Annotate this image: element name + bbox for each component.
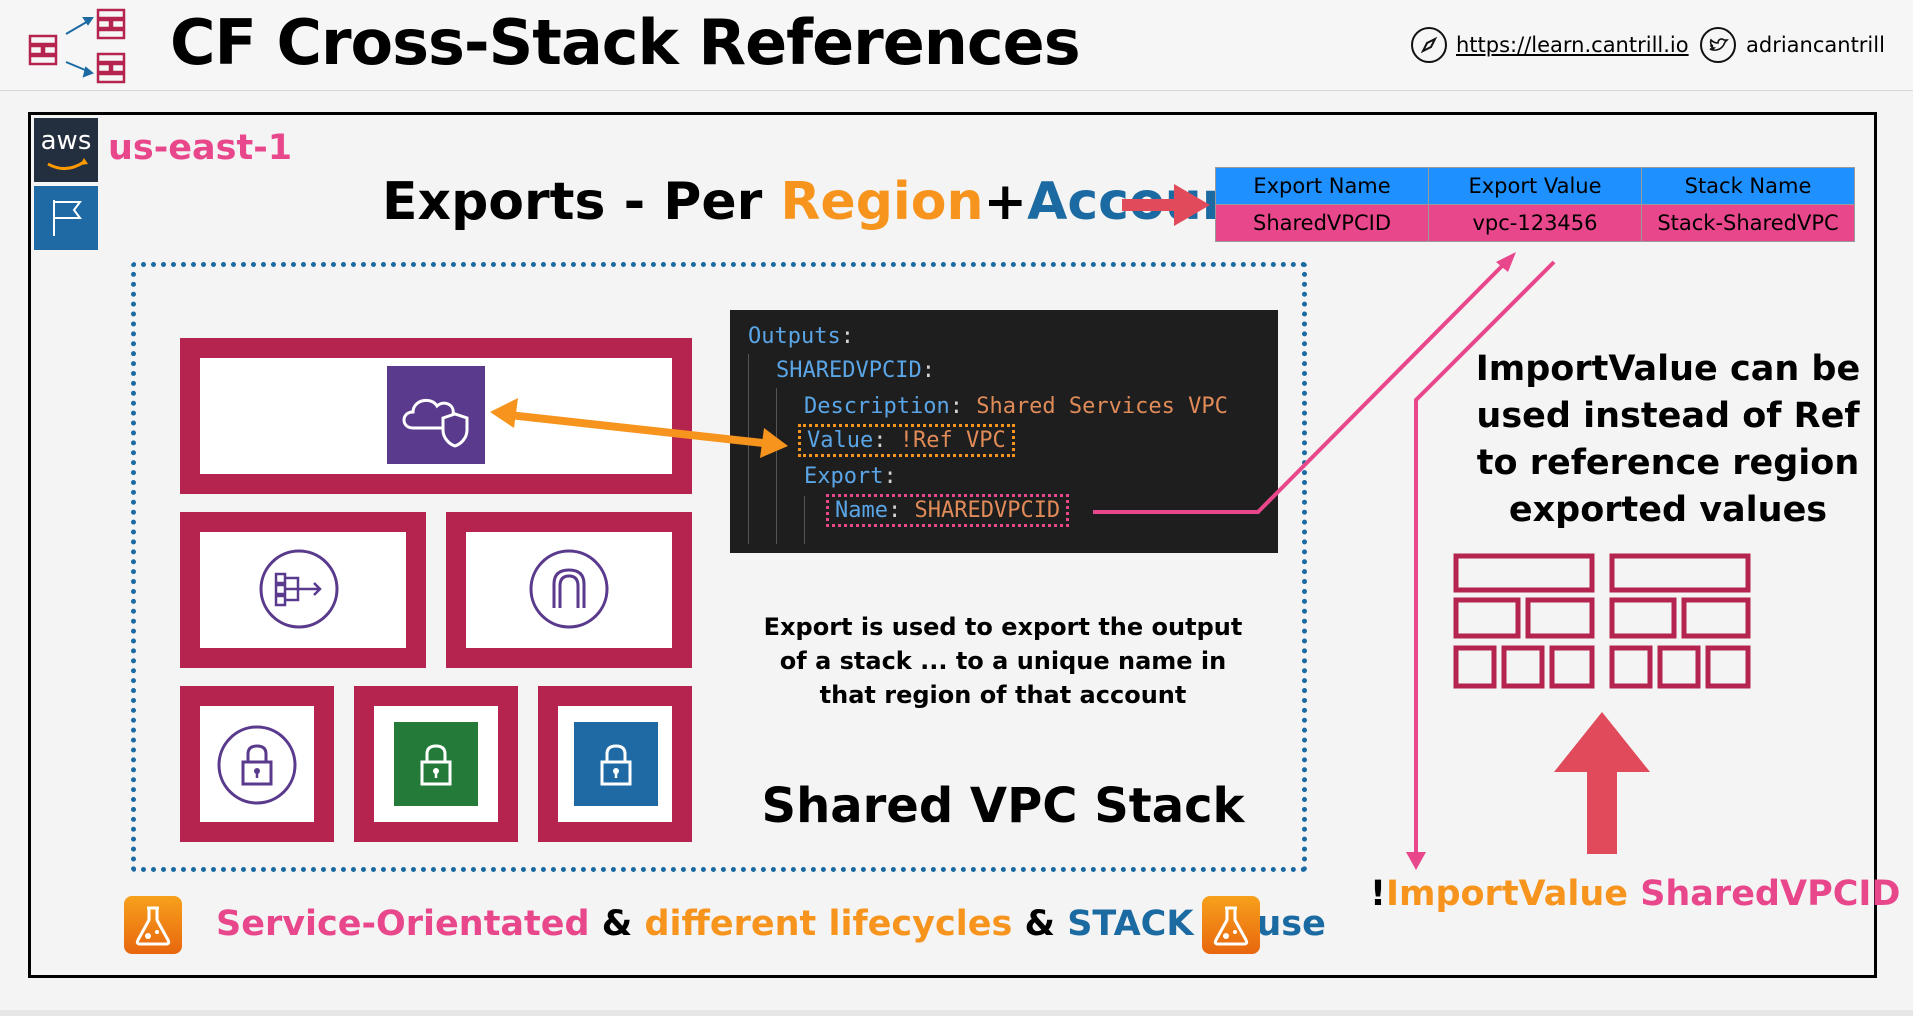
twitter-icon (1700, 27, 1736, 63)
export-note-line: of a stack ... to a unique name in (779, 647, 1227, 675)
internet-gateway-icon (528, 548, 610, 630)
code-line-sharedvpcid: SHAREDVPCID: (776, 358, 935, 383)
export-table-cell-value: vpc-123456 (1428, 204, 1642, 242)
exports-heading-plus: + (983, 172, 1028, 232)
arrow-to-table (1122, 184, 1210, 226)
import-note-line: exported values (1508, 490, 1828, 530)
export-table-header-row: Export Name Export Value Stack Name (1215, 167, 1855, 205)
export-table-row: SharedVPCID vpc-123456 Stack-SharedVPC (1215, 204, 1855, 242)
export-table-header-stack: Stack Name (1641, 167, 1855, 205)
code-line-export: Export: (804, 464, 897, 489)
export-table-header-name: Export Name (1215, 167, 1429, 205)
cloudformation-stacks-icon (28, 8, 126, 84)
flask-icon (124, 896, 182, 954)
export-note: Export is used to export the output of a… (760, 610, 1246, 712)
bottom-summary: Service-Orientated & different lifecycle… (216, 904, 1326, 944)
code-line-description: Description: Shared Services VPC (804, 394, 1228, 419)
stack-title: Shared VPC Stack (761, 778, 1245, 834)
vpc-shield-icon (387, 366, 485, 464)
exports-heading-region: Region (780, 172, 984, 232)
twitter-handle[interactable]: adriancantrill (1746, 33, 1885, 57)
code-line-name: Name: SHAREDVPCID (826, 494, 1070, 527)
padlock-icon (216, 724, 298, 806)
page-title: CF Cross-Stack References (170, 6, 1081, 79)
import-note: ImportValue can be used instead of Ref t… (1470, 346, 1866, 534)
aws-logo: aws (34, 118, 98, 182)
cloudformation-template-icon (1453, 553, 1751, 689)
exports-heading-prefix: Exports - Per (382, 172, 781, 232)
flask-icon (1202, 896, 1260, 954)
export-table-cell-name: SharedVPCID (1215, 204, 1429, 242)
export-table-cell-stack: Stack-SharedVPC (1641, 204, 1855, 242)
import-note-line: used instead of Ref (1476, 396, 1860, 436)
code-line-value: Value: !Ref VPC (798, 424, 1015, 457)
export-table-header-value: Export Value (1428, 167, 1642, 205)
outputs-code-block: Outputs: SHAREDVPCID: Description: Share… (730, 310, 1278, 553)
padlock-icon (394, 722, 478, 806)
export-note-line: Export is used to export the output (763, 613, 1243, 641)
export-note-line: that region of that account (819, 681, 1187, 709)
import-value-command: !ImportValue SharedVPCID (1370, 874, 1901, 914)
region-flag-icon (34, 186, 98, 250)
compass-icon (1411, 27, 1447, 63)
footer-bar (0, 1010, 1913, 1016)
code-line-outputs: Outputs: (748, 324, 854, 349)
import-note-line: ImportValue can be (1475, 349, 1861, 389)
import-note-line: to reference region (1476, 443, 1860, 483)
nat-gateway-icon (258, 548, 340, 630)
site-link[interactable]: https://learn.cantrill.io (1456, 33, 1689, 57)
region-label: us-east-1 (108, 128, 293, 168)
padlock-icon (574, 722, 658, 806)
export-table: Export Name Export Value Stack Name Shar… (1215, 167, 1855, 242)
